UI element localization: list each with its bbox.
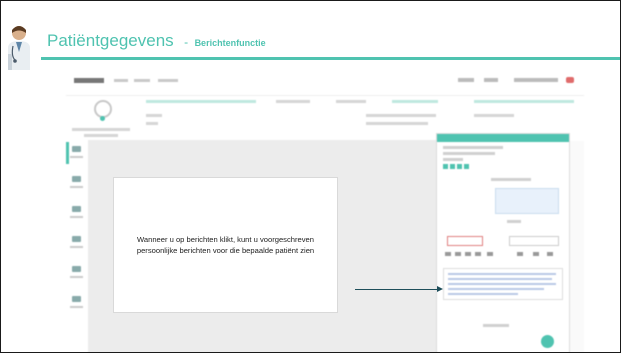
editor-line [448,288,544,290]
notification-badge [566,77,574,83]
title-main: Patiëntgegevens [47,31,174,50]
sidebar-icon [72,266,81,272]
nav-item [158,79,178,82]
sidebar-label [70,216,83,218]
sidebar-label [70,306,83,308]
app-sidebar [66,140,89,352]
topbar-item [458,78,474,82]
panel-line [443,152,495,155]
panel-button [457,164,462,169]
topbar-item [484,78,498,82]
callout-box: Wanneer u op berichten klikt, kunt u voo… [113,177,338,313]
patient-field [146,114,162,117]
app-logo [74,78,104,83]
format-icon [475,252,481,256]
editor-line [448,278,552,280]
patient-field [336,100,366,103]
messages-panel [436,133,570,352]
format-icon [517,252,523,256]
patient-info [84,134,118,137]
editor-line [448,273,556,275]
patient-name [72,128,130,131]
sidebar-active-marker [66,142,69,164]
panel-line [491,178,531,181]
patient-field [366,122,428,125]
sidebar-label [70,276,83,278]
title-subtitle: Berichtenfunctie [194,38,266,48]
app-topbar [66,69,584,95]
callout-text: Wanneer u op berichten klikt, kunt u voo… [136,234,315,256]
arrow-head-icon [437,286,443,292]
sidebar-icon [72,296,81,302]
status-dot [100,116,105,121]
patient-field [146,122,158,125]
nav-item [114,79,128,82]
panel-line [443,146,503,149]
panel-line [443,158,463,161]
editor-line [448,283,556,285]
panel-button [450,164,455,169]
title-separator: - [184,35,189,49]
patient-field [474,114,514,117]
format-icon [533,252,539,256]
patient-field [276,100,310,103]
format-icon [487,252,493,256]
patient-field [146,100,256,103]
patient-field [366,114,436,117]
doctor-icon [8,26,30,70]
panel-field [447,236,483,246]
panel-button [464,164,469,169]
slide-title: Patiëntgegevens - Berichtenfunctie [47,31,266,51]
patient-field [474,100,574,103]
panel-button [443,164,448,169]
panel-line [507,220,521,223]
format-icon [547,252,553,256]
topbar-search [514,78,558,82]
message-bubble [495,188,559,214]
nav-item [134,79,150,82]
sidebar-icon [72,236,81,242]
format-icon [465,252,471,256]
panel-field [509,236,559,246]
slide: Patiëntgegevens - Berichtenfunctie Wanne… [0,0,621,353]
editor-line [448,293,518,295]
title-rule [41,57,620,60]
patient-field [392,100,438,103]
sidebar-label [70,156,83,158]
sidebar-label [70,186,83,188]
sidebar-icon [72,146,81,152]
sidebar-icon [72,176,81,182]
panel-line [483,324,509,327]
messages-panel-header [437,134,569,142]
format-icon [455,252,461,256]
sidebar-icon [72,206,81,212]
format-icon [445,252,451,256]
send-button [541,335,554,348]
sidebar-label [70,246,83,248]
message-editor [443,268,563,300]
arrow-line [355,289,437,290]
